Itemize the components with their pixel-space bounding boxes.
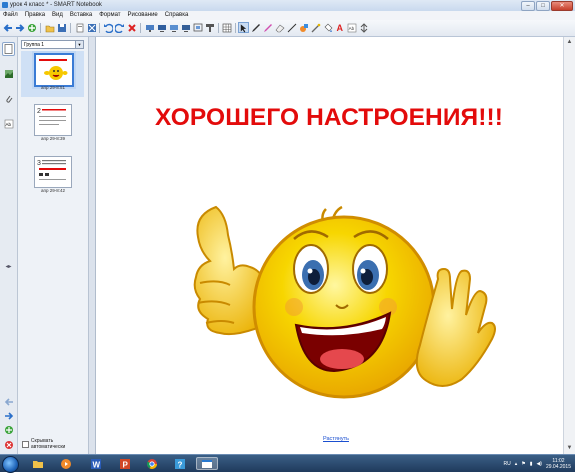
language-indicator[interactable]: RU: [503, 461, 510, 467]
scroll-down-icon[interactable]: ▼: [566, 445, 573, 452]
taskbar-smart-notebook-icon[interactable]: [196, 457, 218, 470]
tray-expand-icon[interactable]: ▴: [515, 461, 518, 467]
clock-date: 29.04.2015: [545, 463, 571, 470]
magic-pen-icon[interactable]: [310, 22, 321, 33]
properties-tab-icon[interactable]: Ab: [2, 117, 15, 131]
taskbar-explorer-icon[interactable]: [28, 457, 48, 470]
delete-page-rail-icon[interactable]: [2, 438, 15, 452]
menu-help[interactable]: Справка: [165, 11, 189, 20]
add-page-rail-icon[interactable]: [2, 423, 15, 437]
system-tray: RU ▴ ⚑ ▮ ◀) 11:02 29.04.2015: [503, 455, 571, 472]
expand-handle-icon[interactable]: ◂▸: [2, 259, 15, 273]
sorter-splitter[interactable]: [89, 37, 96, 454]
close-button[interactable]: ✕: [551, 1, 573, 11]
autohide-checkbox[interactable]: [22, 440, 29, 448]
svg-text:?: ?: [178, 460, 183, 469]
menu-insert[interactable]: Вставка: [70, 11, 92, 20]
screen-shade-icon[interactable]: [144, 22, 155, 33]
eraser-icon[interactable]: [274, 22, 285, 33]
network-icon[interactable]: ▮: [530, 461, 533, 467]
taskbar-word-icon[interactable]: W: [86, 457, 106, 470]
monitor-icon[interactable]: [168, 22, 179, 33]
undo-icon[interactable]: [102, 22, 113, 33]
windows-taskbar: W P ? RU ▴ ⚑ ▮ ◀) 11:02 29.04.2015: [0, 454, 575, 473]
group-label: Группа 1: [24, 42, 45, 48]
redo-icon[interactable]: [114, 22, 125, 33]
taskbar-media-player-icon[interactable]: [56, 457, 76, 470]
properties-icon[interactable]: Ab: [346, 22, 357, 33]
forward-icon[interactable]: [14, 22, 25, 33]
page-thumbnail-2-label: апр 29-8:39: [41, 136, 65, 141]
svg-text:P: P: [123, 460, 129, 469]
pen-icon[interactable]: [250, 22, 261, 33]
text-icon[interactable]: A: [334, 22, 345, 33]
smart-notebook-app-icon: [2, 2, 8, 8]
autohide-option[interactable]: Скрывать автоматически: [22, 438, 88, 450]
monitor-alt-icon[interactable]: [180, 22, 191, 33]
autohide-label: Скрывать автоматически: [30, 438, 66, 450]
menu-draw[interactable]: Рисование: [128, 11, 158, 20]
nav-back-icon[interactable]: [2, 395, 15, 409]
move-toolbar-icon[interactable]: [358, 22, 369, 33]
chevron-down-icon[interactable]: ▼: [75, 41, 83, 48]
smiley-face-image[interactable]: [176, 187, 496, 417]
menu-edit[interactable]: Правка: [25, 11, 45, 20]
page-sorter-tab-icon[interactable]: [2, 42, 15, 56]
fill-icon[interactable]: [322, 22, 333, 33]
window-title: урок 4 класс * - SMART Notebook: [10, 2, 102, 8]
page-thumbnail-1[interactable]: [34, 53, 74, 87]
group-selector[interactable]: Группа 1 ▼: [21, 40, 84, 49]
taskbar-chrome-icon[interactable]: [142, 457, 162, 470]
svg-text:2: 2: [37, 108, 41, 115]
nav-forward-icon[interactable]: [2, 409, 15, 423]
menu-bar: Файл Правка Вид Вставка Формат Рисование…: [0, 11, 575, 20]
display-icon[interactable]: [156, 22, 167, 33]
main-toolbar: A Ab: [0, 20, 575, 37]
whiteboard-canvas[interactable]: ХОРОШЕГО НАСТРОЕНИЯ!!! Растянуть: [96, 37, 562, 453]
scroll-up-icon[interactable]: ▲: [566, 39, 573, 46]
page-thumbnail-3-label: апр 29-8:42: [41, 188, 65, 193]
line-icon[interactable]: [286, 22, 297, 33]
minimize-button[interactable]: –: [521, 1, 535, 11]
fullscreen-icon[interactable]: [86, 22, 97, 33]
flag-icon[interactable]: ⚑: [521, 461, 525, 467]
vertical-scrollbar[interactable]: ▲ ▼: [563, 37, 575, 454]
start-button[interactable]: [2, 456, 19, 473]
page-headline[interactable]: ХОРОШЕГО НАСТРОЕНИЯ!!!: [96, 104, 562, 132]
creative-pen-icon[interactable]: [262, 22, 273, 33]
extend-page-link[interactable]: Растянуть: [323, 436, 349, 442]
svg-text:Ab: Ab: [348, 26, 354, 31]
sidebar-tab-rail: Ab ◂▸: [0, 37, 18, 454]
page-sorter-panel: Группа 1 ▼ апр 29-8:51 2 апр 29-8:39 3 а…: [18, 37, 89, 454]
clock[interactable]: 11:02 29.04.2015: [546, 458, 571, 470]
page-thumbnail-2[interactable]: 2: [34, 104, 72, 136]
menu-format[interactable]: Формат: [99, 11, 120, 20]
add-page-icon[interactable]: [26, 22, 37, 33]
back-icon[interactable]: [2, 22, 13, 33]
delete-icon[interactable]: [126, 22, 137, 33]
svg-text:W: W: [93, 460, 101, 469]
svg-text:3: 3: [37, 160, 41, 167]
menu-view[interactable]: Вид: [52, 11, 63, 20]
svg-text:A: A: [336, 23, 343, 33]
capture-icon[interactable]: [192, 22, 203, 33]
shape-icon[interactable]: [298, 22, 309, 33]
gallery-tab-icon[interactable]: [2, 67, 15, 81]
document-camera-icon[interactable]: [204, 22, 215, 33]
menu-file[interactable]: Файл: [3, 11, 18, 20]
table-icon[interactable]: [221, 22, 232, 33]
attachments-tab-icon[interactable]: [2, 92, 15, 106]
open-folder-icon[interactable]: [44, 22, 55, 33]
taskbar-help-icon[interactable]: ?: [170, 457, 190, 470]
svg-text:Ab: Ab: [5, 122, 11, 127]
save-icon[interactable]: [56, 22, 67, 33]
page-thumbnail-3[interactable]: 3: [34, 156, 72, 188]
page-thumbnail-1-label: апр 29-8:51: [41, 85, 65, 90]
volume-icon[interactable]: ◀): [536, 461, 542, 467]
taskbar-powerpoint-icon[interactable]: P: [115, 457, 135, 470]
paste-icon[interactable]: [74, 22, 85, 33]
select-pointer-icon[interactable]: [238, 22, 249, 33]
maximize-button[interactable]: □: [536, 1, 550, 11]
